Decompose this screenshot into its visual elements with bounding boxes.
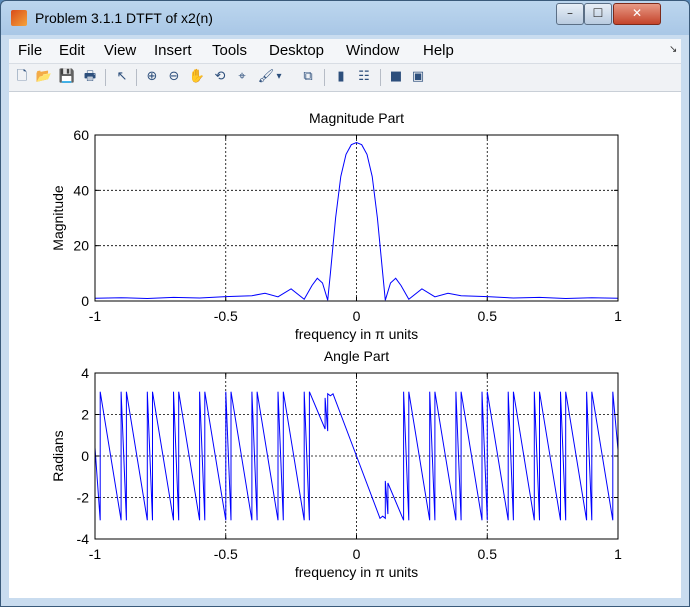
data-cursor-button[interactable]: ⌖	[233, 68, 251, 86]
save-button[interactable]: 💾	[58, 68, 76, 86]
magnitude-x-tick-label: -0.5	[214, 308, 238, 324]
show-plot-tools-button[interactable]: ▣	[409, 68, 427, 86]
close-button[interactable]: ✕	[613, 3, 661, 25]
menu-view[interactable]: View	[104, 42, 136, 59]
matlab-figure-icon	[11, 10, 27, 26]
angle-x-axis-label: frequency in π units	[295, 564, 418, 580]
figure-toolbar: 🗋 📂 💾 🖶 ↖ ⊕ ⊖ ✋ ⟲ ⌖ 🖌 ▾ ⧉ ▮ ☷ ■ ▣	[9, 64, 681, 92]
menu-bar: File Edit View Insert Tools Desktop Wind…	[9, 39, 681, 64]
zoom-out-button[interactable]: ⊖	[165, 68, 183, 86]
angle-y-tick-label: 2	[81, 407, 89, 423]
print-button[interactable]: 🖶	[81, 68, 99, 86]
angle-x-tick-label: 0.5	[478, 546, 498, 562]
magnitude-x-tick-label: 1	[614, 308, 622, 324]
angle-x-tick-label: -0.5	[214, 546, 238, 562]
maximize-button[interactable]: ☐	[584, 3, 612, 25]
link-plot-button[interactable]: ⧉	[299, 68, 317, 86]
colorbar-button[interactable]: ▮	[332, 68, 350, 86]
edit-plot-button[interactable]: ↖	[113, 68, 131, 86]
angle-x-tick-label: 1	[614, 546, 622, 562]
brush-dropdown-button[interactable]: ▾	[274, 68, 284, 86]
angle-y-tick-label: 0	[81, 448, 89, 464]
toolbar-separator	[136, 69, 137, 86]
angle-y-tick-label: 4	[81, 365, 89, 381]
dock-arrow-icon[interactable]: ↘	[669, 44, 677, 55]
minimize-button[interactable]: –	[556, 3, 584, 25]
menu-help[interactable]: Help	[423, 42, 454, 59]
title-bar[interactable]: Problem 3.1.1 DTFT of x2(n) – ☐ ✕	[1, 1, 689, 35]
menu-tools[interactable]: Tools	[212, 42, 247, 59]
menu-file[interactable]: File	[18, 42, 42, 59]
rotate-3d-button[interactable]: ⟲	[211, 68, 229, 86]
magnitude-y-tick-label: 40	[73, 182, 89, 198]
angle-x-tick-label: 0	[353, 546, 361, 562]
magnitude-x-axis-label: frequency in π units	[295, 326, 418, 342]
angle-y-tick-label: -4	[77, 531, 90, 547]
magnitude-y-tick-label: 60	[73, 127, 89, 143]
menu-edit[interactable]: Edit	[59, 42, 85, 59]
window-title: Problem 3.1.1 DTFT of x2(n)	[35, 10, 213, 26]
figure-canvas: -1 -0.5 0 0.5 1 0 20 40 60 Magnitude Part frequenc…	[9, 92, 681, 598]
pan-button[interactable]: ✋	[188, 68, 206, 86]
magnitude-x-tick-label: -1	[89, 308, 102, 324]
open-file-button[interactable]: 📂	[35, 68, 53, 86]
figure-window: Problem 3.1.1 DTFT of x2(n) – ☐ ✕ File E…	[0, 0, 690, 607]
hide-plot-tools-button[interactable]: ■	[387, 68, 405, 86]
toolbar-separator	[105, 69, 106, 86]
angle-y-tick-label: -2	[77, 490, 90, 506]
magnitude-y-axis-label: Magnitude	[50, 185, 66, 251]
magnitude-x-tick-label: 0.5	[478, 308, 498, 324]
toolbar-separator	[324, 69, 325, 86]
magnitude-y-tick-label: 0	[81, 293, 89, 309]
toolbar-separator	[380, 69, 381, 86]
zoom-in-button[interactable]: ⊕	[143, 68, 161, 86]
magnitude-x-tick-label: 0	[353, 308, 361, 324]
plots-svg: -1 -0.5 0 0.5 10204060Magnitude Partfrequenc…	[50, 110, 622, 580]
angle-chart-title: Angle Part	[324, 348, 389, 364]
menu-insert[interactable]: Insert	[154, 42, 192, 59]
brush-button[interactable]: 🖌	[257, 68, 275, 86]
legend-button[interactable]: ☷	[355, 68, 373, 86]
magnitude-y-tick-label: 20	[73, 238, 89, 254]
new-figure-button[interactable]: 🗋	[13, 68, 31, 86]
menu-window[interactable]: Window	[346, 42, 399, 59]
angle-y-axis-label: Radians	[50, 430, 66, 481]
menu-desktop[interactable]: Desktop	[269, 42, 324, 59]
angle-x-tick-label: -1	[89, 546, 102, 562]
magnitude-chart-title: Magnitude Part	[309, 110, 404, 126]
